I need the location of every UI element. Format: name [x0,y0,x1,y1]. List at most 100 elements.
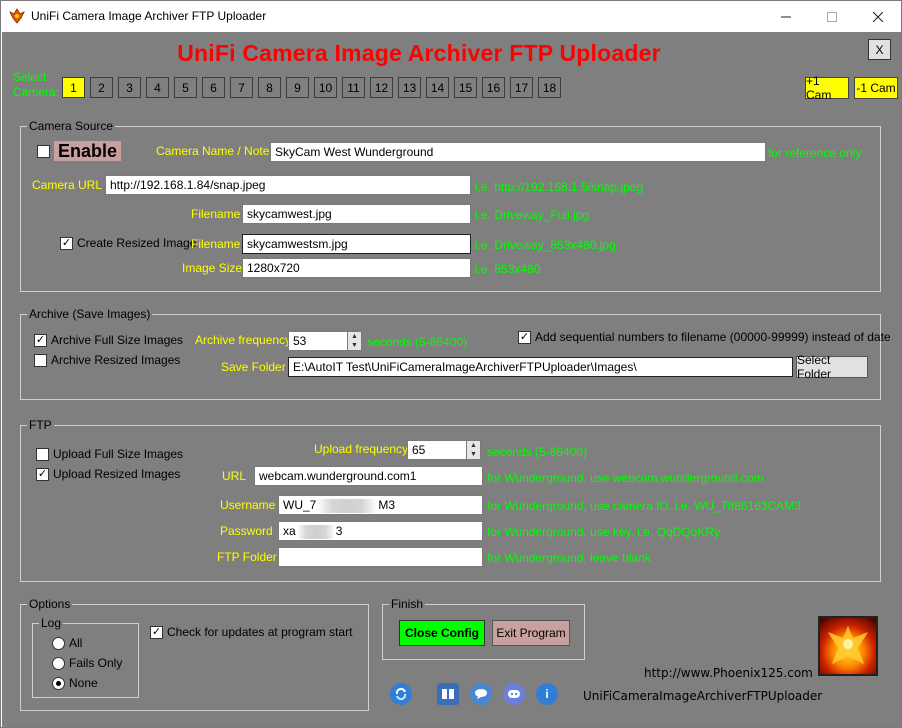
finish-title: Finish [389,597,426,611]
camera-button-1[interactable]: 1 [62,77,85,98]
archive-resized-checkbox-box[interactable] [34,353,47,367]
window-title: UniFi Camera Image Archiver FTP Uploader [31,9,267,23]
create-resized-checkbox[interactable]: ✓ Create Resized Image [60,236,196,250]
filename-label: Filename [191,207,241,221]
enable-checkbox[interactable]: Enable [37,141,122,161]
camera-button-11[interactable]: 11 [342,77,365,98]
upload-resized-checkbox-box[interactable]: ✓ [36,467,49,481]
upload-frequency-label: Upload frequency [314,442,409,456]
save-folder-input[interactable]: E:\AutoIT Test\UniFiCameraImageArchiverF… [288,357,793,377]
discord-icon[interactable] [503,683,525,705]
ftp-url-hint: for Wunderground, use webcam.wundergroun… [487,471,764,485]
info-icon[interactable]: i [536,683,558,705]
password-input[interactable]: xa 3 [278,521,483,541]
camera-button-3[interactable]: 3 [118,77,141,98]
camera-button-14[interactable]: 14 [426,77,449,98]
upload-full-checkbox-box[interactable] [36,447,49,461]
resized-filename-hint: i.e. Driveway_853x480.jpg [475,238,616,252]
camera-button-15[interactable]: 15 [454,77,477,98]
image-size-input[interactable]: 1280x720 [242,258,471,278]
refresh-icon[interactable] [390,683,412,705]
image-size-label: Image Size [182,261,243,275]
spin-down-icon[interactable]: ▼ [348,341,361,350]
spin-up-icon[interactable]: ▲ [467,441,480,450]
resized-filename-label: Filename [191,237,241,251]
camera-url-label: Camera URL [32,178,103,192]
exit-program-button[interactable]: Exit Program [492,620,570,646]
username-input[interactable]: WU_7 M3 [278,495,483,515]
spin-up-icon[interactable]: ▲ [348,332,361,341]
upload-full-checkbox[interactable]: Upload Full Size Images [36,447,183,461]
spin-down-icon[interactable]: ▼ [467,450,480,459]
camera-button-10[interactable]: 10 [314,77,337,98]
website-link[interactable]: http://www.Phoenix125.com [644,666,813,680]
close-window-button[interactable] [855,1,901,32]
filename-input[interactable]: skycamwest.jpg [242,204,471,224]
camera-url-input[interactable]: http://192.168.1.84/snap.jpeg [105,175,471,195]
camera-name-label: Camera Name / Notes [156,144,276,158]
upload-frequency-spinner[interactable]: ▲ ▼ [466,440,481,460]
camera-button-16[interactable]: 16 [482,77,505,98]
forum-chat-icon[interactable] [470,683,492,705]
archive-full-checkbox[interactable]: ✓ Archive Full Size Images [34,333,183,347]
ftp-folder-hint: for Wunderground, leave blank [487,551,651,565]
archive-frequency-spinner[interactable]: ▲ ▼ [347,331,362,351]
username-hint: for Wunderground, use camera ID. i.e. WU… [487,499,801,513]
ftp-folder-input[interactable] [278,547,483,567]
log-all-label: All [69,636,83,650]
sequential-numbers-checkbox[interactable]: ✓ Add sequential numbers to filename (00… [518,330,891,344]
save-folder-label: Save Folder [221,360,286,374]
sequential-numbers-checkbox-box[interactable]: ✓ [518,330,531,344]
camera-button-7[interactable]: 7 [230,77,253,98]
ftp-url-label: URL [222,469,247,483]
log-all-radio[interactable]: All [52,636,82,650]
app-name-label: UniFiCameraImageArchiverFTPUploader [583,689,823,703]
log-none-radio-dot[interactable] [52,676,65,690]
ftp-title: FTP [27,418,54,432]
select-camera-label-line1: Select [13,70,47,84]
camera-button-17[interactable]: 17 [510,77,533,98]
check-updates-checkbox[interactable]: ✓ Check for updates at program start [150,625,352,639]
ftp-url-input[interactable]: webcam.wunderground.com1 [254,466,483,486]
refresh-icon-glyph [395,687,407,701]
redacted-blur [296,524,335,539]
archive-full-checkbox-box[interactable]: ✓ [34,333,47,347]
log-all-radio-dot[interactable] [52,636,65,650]
camera-button-5[interactable]: 5 [174,77,197,98]
add-camera-button[interactable]: +1 Cam [805,74,849,102]
image-size-hint: i.e. 853x480 [475,262,541,276]
camera-name-input[interactable]: SkyCam West Wunderground [270,142,766,162]
camera-name-hint: for reference only [768,146,862,160]
close-config-x-button[interactable]: X [868,39,891,60]
camera-button-12[interactable]: 12 [370,77,393,98]
enable-checkbox-box[interactable] [37,144,50,158]
select-folder-button[interactable]: Select Folder [796,353,868,381]
manual-book-icon[interactable] [437,683,459,705]
book-icon-glyph [442,689,454,699]
create-resized-checkbox-box[interactable]: ✓ [60,236,73,250]
log-none-radio[interactable]: None [52,676,98,690]
remove-camera-button[interactable]: -1 Cam [854,77,898,99]
archive-resized-checkbox[interactable]: Archive Resized Images [34,353,180,367]
camera-button-8[interactable]: 8 [258,77,281,98]
camera-button-6[interactable]: 6 [202,77,225,98]
camera-button-9[interactable]: 9 [286,77,309,98]
maximize-button[interactable] [809,1,855,32]
camera-button-18[interactable]: 18 [538,77,561,98]
camera-button-2[interactable]: 2 [90,77,113,98]
phoenix-logo-glyph [828,626,868,664]
camera-button-4[interactable]: 4 [146,77,169,98]
log-fails-radio-dot[interactable] [52,656,65,670]
upload-resized-checkbox[interactable]: ✓ Upload Resized Images [36,467,180,481]
upload-frequency-input[interactable]: 65 [407,440,467,460]
check-updates-checkbox-box[interactable]: ✓ [150,625,163,639]
phoenix-app-icon [9,8,25,24]
log-fails-radio[interactable]: Fails Only [52,656,122,670]
app-window: UniFi Camera Image Archiver FTP Uploader… [0,0,902,728]
minimize-button[interactable] [763,1,809,32]
close-config-button[interactable]: Close Config [399,620,485,646]
client-area: UniFi Camera Image Archiver FTP Uploader… [2,32,901,727]
camera-button-13[interactable]: 13 [398,77,421,98]
archive-frequency-input[interactable]: 53 [288,331,348,351]
resized-filename-input[interactable]: skycamwestsm.jpg [242,234,471,254]
